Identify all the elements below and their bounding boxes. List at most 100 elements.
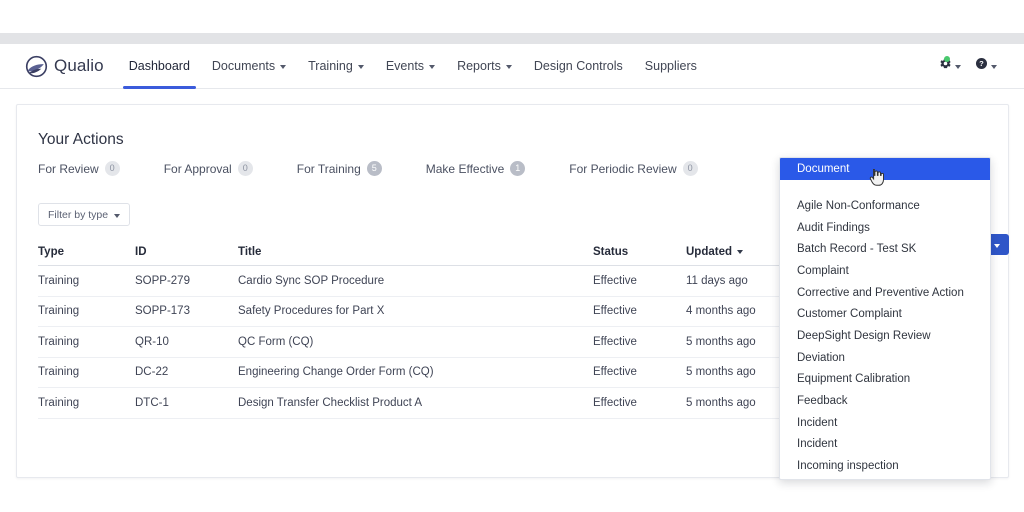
cell-title: Cardio Sync SOP Procedure: [238, 274, 385, 287]
cell-type: Training: [38, 305, 80, 318]
cell-title: Safety Procedures for Part X: [238, 305, 385, 318]
dropdown-item-incident-2[interactable]: Incident: [780, 434, 990, 456]
dropdown-item-equipment-calibration[interactable]: Equipment Calibration: [780, 369, 990, 391]
nav-item-label: Dashboard: [128, 59, 190, 73]
top-blank-strip: [0, 0, 1024, 33]
table-row[interactable]: Training SOPP-279 Cardio Sync SOP Proced…: [38, 266, 786, 297]
chevron-down-icon: [955, 65, 961, 69]
nav-item-label: Design Controls: [533, 59, 623, 73]
app-screen: Qualio Dashboard Documents Training Even…: [0, 0, 1024, 512]
dropdown-item-corrective-and-preventive-action[interactable]: Corrective and Preventive Action: [780, 282, 990, 304]
status-badge: 5: [366, 161, 382, 176]
action-tabs: For Review 0 For Approval 0 For Training…: [38, 161, 742, 176]
cell-updated: 5 months ago: [686, 396, 756, 409]
filter-by-type-button[interactable]: Filter by type: [38, 203, 131, 226]
browser-chrome-strip: [0, 33, 1024, 44]
create-dropdown-menu: Document Agile Non-Conformance Audit Fin…: [779, 157, 991, 480]
actions-table: Type ID Title Status Updated Training SO…: [38, 239, 786, 419]
top-navigation-bar: Qualio Dashboard Documents Training Even…: [0, 44, 1024, 89]
dropdown-item-feedback[interactable]: Feedback: [780, 390, 990, 412]
chevron-down-icon: [991, 65, 997, 69]
cell-title: Design Transfer Checklist Product A: [238, 396, 423, 409]
status-badge: 0: [682, 161, 698, 176]
chevron-down-icon: [114, 213, 121, 218]
action-tab-for-approval[interactable]: For Approval 0: [164, 161, 253, 176]
nav-item-label: Reports: [457, 59, 501, 73]
action-tab-for-review[interactable]: For Review 0: [38, 161, 120, 176]
chevron-down-icon: [505, 65, 512, 69]
cell-title: QC Form (CQ): [238, 335, 314, 348]
nav-item-events[interactable]: Events: [375, 44, 446, 89]
dropdown-item-incident[interactable]: Incident: [780, 412, 990, 434]
nav-right-icons: ?: [939, 56, 997, 75]
filter-button-label: Filter by type: [48, 208, 109, 221]
dropdown-item-agile-non-conformance[interactable]: Agile Non-Conformance: [780, 195, 990, 217]
cell-status: Effective: [593, 366, 637, 379]
nav-items: Dashboard Documents Training Events Repo…: [118, 44, 708, 89]
table-row[interactable]: Training QR-10 QC Form (CQ) Effective 5 …: [38, 327, 786, 358]
cell-id: DTC-1: [135, 396, 169, 409]
table-row[interactable]: Training DC-22 Engineering Change Order …: [38, 358, 786, 388]
chevron-down-icon: [993, 243, 1000, 248]
cell-status: Effective: [593, 274, 637, 287]
cell-id: SOPP-173: [135, 305, 190, 318]
help-menu-button[interactable]: ?: [975, 57, 997, 75]
nav-item-documents[interactable]: Documents: [201, 44, 297, 89]
column-header-updated-label: Updated: [686, 246, 732, 258]
dropdown-separator: [780, 180, 990, 195]
nav-item-label: Suppliers: [644, 59, 697, 73]
brand-name: Qualio: [54, 56, 104, 75]
chevron-down-icon: [429, 65, 436, 69]
dropdown-item-audit-findings[interactable]: Audit Findings: [780, 217, 990, 239]
column-header-status[interactable]: Status: [593, 246, 686, 258]
action-tab-for-periodic-review[interactable]: For Periodic Review 0: [569, 161, 698, 176]
table-row[interactable]: Training DTC-1 Design Transfer Checklist…: [38, 388, 786, 419]
cell-type: Training: [38, 366, 80, 379]
qualio-logo-icon: [25, 55, 48, 78]
notification-dot-icon: [944, 56, 950, 62]
column-header-updated[interactable]: Updated: [686, 246, 786, 258]
svg-text:?: ?: [979, 59, 984, 68]
dropdown-item-complaint[interactable]: Complaint: [780, 260, 990, 282]
dropdown-item-batch-record-test-sk[interactable]: Batch Record - Test SK: [780, 238, 990, 260]
chevron-down-icon: [357, 65, 364, 69]
action-tab-for-training[interactable]: For Training 5: [297, 161, 382, 176]
dropdown-item-incoming-inspection[interactable]: Incoming inspection: [780, 455, 990, 477]
action-tab-label: For Training: [296, 161, 361, 176]
column-header-type[interactable]: Type: [38, 246, 135, 258]
cell-id: DC-22: [135, 366, 169, 379]
cell-id: QR-10: [135, 335, 169, 348]
settings-menu-button[interactable]: [939, 56, 961, 75]
nav-item-suppliers[interactable]: Suppliers: [634, 44, 708, 89]
brand-logo[interactable]: Qualio: [25, 55, 104, 78]
dropdown-item-deepsight-design-review[interactable]: DeepSight Design Review: [780, 325, 990, 347]
table-row[interactable]: Training SOPP-173 Safety Procedures for …: [38, 297, 786, 327]
dropdown-item-deviation[interactable]: Deviation: [780, 347, 990, 369]
cell-title: Engineering Change Order Form (CQ): [238, 366, 434, 379]
action-tab-label: For Approval: [163, 161, 232, 176]
nav-item-design-controls[interactable]: Design Controls: [523, 44, 634, 89]
nav-item-training[interactable]: Training: [297, 44, 375, 89]
sort-descending-icon: [737, 249, 743, 254]
column-header-id[interactable]: ID: [135, 246, 238, 258]
cell-updated: 4 months ago: [686, 305, 756, 318]
action-tab-make-effective[interactable]: Make Effective 1: [426, 161, 526, 176]
page-title: Your Actions: [38, 131, 124, 148]
nav-item-label: Events: [385, 59, 425, 73]
cell-type: Training: [38, 335, 80, 348]
cell-type: Training: [38, 396, 80, 409]
cell-updated: 11 days ago: [686, 274, 748, 287]
nav-item-label: Training: [308, 59, 353, 73]
help-icon: ?: [975, 57, 988, 75]
table-header-row: Type ID Title Status Updated: [38, 239, 786, 266]
nav-item-reports[interactable]: Reports: [446, 44, 523, 89]
nav-item-dashboard[interactable]: Dashboard: [118, 44, 201, 89]
status-badge: 1: [510, 161, 526, 176]
action-tab-label: For Review: [38, 161, 99, 176]
dropdown-item-document[interactable]: Document: [780, 158, 990, 180]
dropdown-item-customer-complaint[interactable]: Customer Complaint: [780, 303, 990, 325]
cell-status: Effective: [593, 396, 637, 409]
column-header-title[interactable]: Title: [238, 246, 593, 258]
cell-updated: 5 months ago: [686, 366, 756, 379]
nav-item-label: Documents: [211, 59, 276, 73]
